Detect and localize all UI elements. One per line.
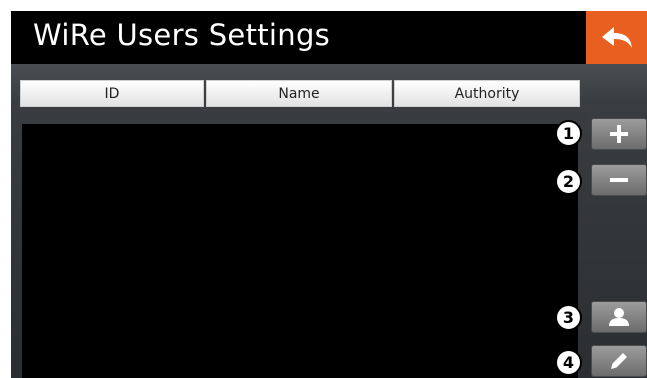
page-title: WiRe Users Settings — [33, 18, 331, 52]
user-info-button[interactable] — [591, 301, 647, 333]
badge-3: 3 — [555, 304, 582, 331]
column-header-id[interactable]: ID — [20, 80, 204, 107]
back-arrow-icon — [601, 26, 632, 48]
minus-icon — [610, 178, 628, 182]
edit-user-button[interactable] — [591, 345, 647, 377]
header-bar: WiRe Users Settings — [11, 11, 647, 64]
screen: WiRe Users Settings ID Name Authority 1 … — [11, 11, 647, 378]
plus-icon — [610, 125, 628, 143]
badge-1: 1 — [555, 120, 582, 147]
user-list[interactable] — [22, 124, 578, 378]
add-user-button[interactable] — [591, 118, 647, 150]
back-button[interactable] — [586, 11, 647, 64]
pencil-icon — [611, 353, 627, 369]
badge-4: 4 — [555, 349, 582, 376]
remove-user-button[interactable] — [591, 164, 647, 196]
column-header-authority[interactable]: Authority — [394, 80, 580, 107]
column-header-name[interactable]: Name — [206, 80, 392, 107]
user-icon — [609, 308, 629, 326]
badge-2: 2 — [555, 168, 582, 195]
